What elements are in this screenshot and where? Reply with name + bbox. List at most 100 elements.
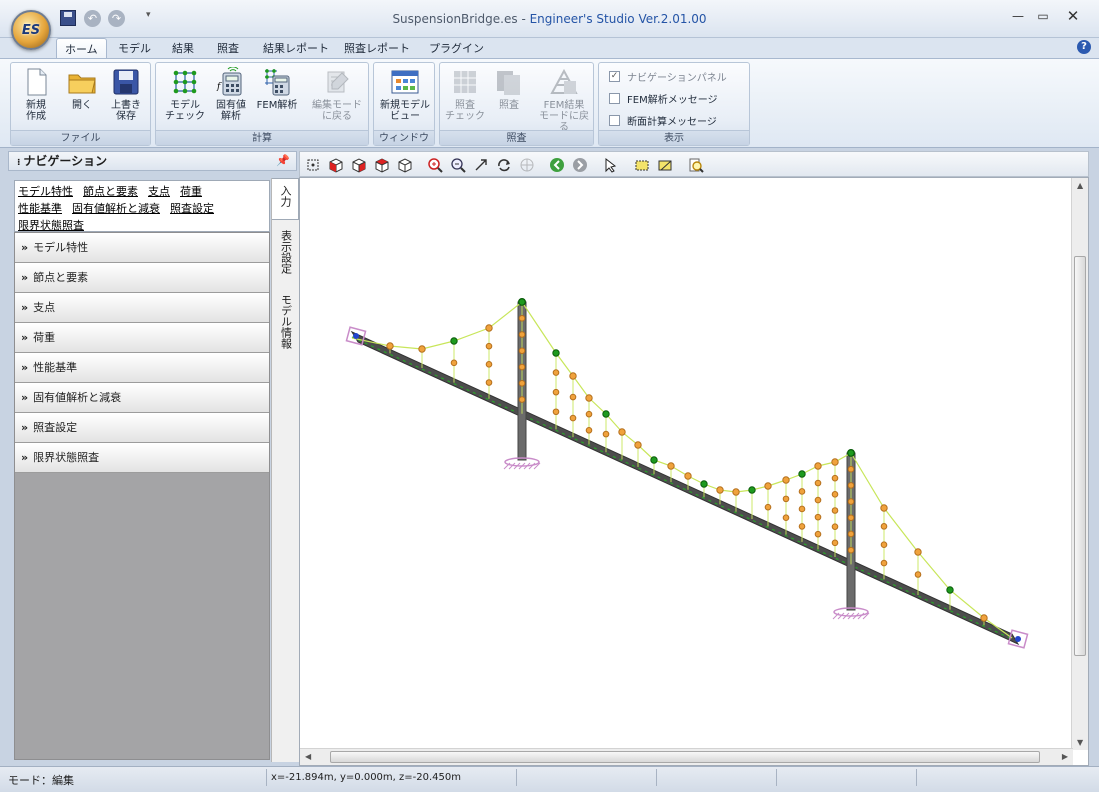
check-button[interactable]: 照査 (488, 67, 530, 111)
status-bar: モード：編集 x=-21.894m, y=0.000m, z=-20.450m (0, 766, 1099, 792)
double-chevron-icon: » (21, 421, 29, 434)
nav-item-check-settings[interactable]: » 照査設定 (15, 413, 269, 443)
view-front-icon[interactable] (351, 157, 367, 173)
eigen-analysis-button[interactable]: f 固有値 解析 (210, 66, 252, 122)
back-to-edit-mode-button[interactable]: 編集モード に戻る (308, 67, 366, 122)
view-toolbar (299, 151, 1089, 177)
check-check-button[interactable]: 照査 チェック (444, 67, 486, 122)
box-select-icon[interactable] (634, 157, 650, 173)
application-menu-button[interactable]: ES (11, 10, 51, 50)
nav-item-eigen-damping[interactable]: » 固有値解析と減衰 (15, 383, 269, 413)
forward-arrow-icon[interactable] (572, 157, 588, 173)
fem-message-toggle[interactable]: FEM解析メッセージ (609, 90, 718, 106)
link-performance-criteria[interactable]: 性能基準 (18, 202, 62, 215)
nav-item-supports[interactable]: » 支点 (15, 293, 269, 323)
vertical-scroll-thumb[interactable] (1074, 256, 1086, 656)
cable-node (700, 480, 708, 488)
view-side-icon[interactable] (374, 157, 390, 173)
tab-home[interactable]: ホーム (56, 38, 107, 59)
link-model-properties[interactable]: モデル特性 (18, 185, 73, 198)
horizontal-scrollbar[interactable]: ◀ ▶ (300, 748, 1073, 765)
close-button[interactable]: ✕ (1060, 8, 1086, 24)
navigation-panel-toggle[interactable]: ✓ ナビゲーションパネル (609, 68, 727, 84)
vertical-scrollbar[interactable]: ▲ ▼ (1071, 178, 1088, 750)
section-calc-message-toggle[interactable]: 断面計算メッセージ (609, 112, 717, 128)
zoom-window-icon[interactable] (427, 157, 443, 173)
suspension-bridge-model[interactable] (300, 178, 1073, 750)
scroll-up-icon[interactable]: ▲ (1077, 181, 1083, 190)
cable-node (831, 458, 839, 466)
nav-item-model-properties[interactable]: » モデル特性 (15, 233, 269, 263)
tab-model[interactable]: モデル (110, 38, 159, 59)
nav-item-loads[interactable]: » 荷重 (15, 323, 269, 353)
tab-plugin[interactable]: プラグイン (421, 38, 492, 59)
link-check-settings[interactable]: 照査設定 (170, 202, 214, 215)
hanger-node (518, 314, 526, 322)
crossing-select-icon[interactable] (657, 157, 673, 173)
hanger-node (847, 498, 855, 505)
view-iso-icon[interactable] (328, 157, 344, 173)
scroll-right-icon[interactable]: ▶ (1062, 752, 1068, 761)
tab-check[interactable]: 照査 (209, 38, 247, 59)
hanger-node (814, 530, 822, 538)
cable-node (782, 476, 790, 484)
link-loads[interactable]: 荷重 (180, 185, 202, 198)
nav-item-limit-state-check[interactable]: » 限界状態照査 (15, 443, 269, 473)
cable-node (667, 462, 675, 470)
nav-item-nodes-elements[interactable]: » 節点と要素 (15, 263, 269, 293)
check-docs-icon (494, 67, 524, 97)
hanger-node (798, 523, 806, 530)
link-limit-state-check[interactable]: 限界状態照査 (18, 219, 84, 232)
view-wireframe-icon[interactable] (397, 157, 413, 173)
horizontal-scroll-thumb[interactable] (330, 751, 1040, 763)
fit-view-icon[interactable] (305, 157, 321, 173)
pin-icon[interactable]: 📌 (276, 152, 290, 170)
check-group: 照査 チェック 照査 FEM結果 モードに戻る 照査 (439, 62, 594, 146)
link-eigen-damping[interactable]: 固有値解析と減衰 (72, 202, 160, 215)
nav-item-performance-criteria[interactable]: » 性能基準 (15, 353, 269, 383)
new-model-view-button[interactable]: 新規モデル ビュー (379, 67, 431, 122)
navigation-panel-header: ⁝ ナビゲーション 📌 (8, 151, 297, 171)
hanger-node (814, 479, 822, 487)
scroll-left-icon[interactable]: ◀ (305, 752, 311, 761)
open-button[interactable]: 開く (61, 67, 103, 111)
find-icon[interactable] (688, 157, 704, 173)
back-to-fem-result-button[interactable]: FEM結果 モードに戻る (536, 67, 592, 133)
tab-check-report[interactable]: 照査レポート (336, 38, 418, 59)
side-tab-model-info[interactable]: モデル情報 (272, 288, 299, 363)
hanger-node (831, 507, 839, 514)
maximize-button[interactable]: ▭ (1030, 8, 1056, 24)
fem-analysis-button[interactable]: FEM解析 (256, 67, 298, 111)
side-tab-display-settings[interactable]: 表示設定 (272, 224, 299, 284)
back-arrow-icon[interactable] (549, 157, 565, 173)
hanger-node (569, 414, 577, 422)
zoom-out-icon[interactable] (450, 157, 466, 173)
cable-node (732, 488, 740, 496)
double-chevron-icon: » (21, 301, 29, 314)
hanger-node (814, 513, 822, 521)
hanger-node (831, 491, 839, 498)
save-button[interactable]: 上書き 保存 (105, 67, 147, 122)
fem-calculator-icon (262, 67, 292, 97)
hanger-node (569, 393, 577, 401)
rotate-icon[interactable] (496, 157, 512, 173)
cable-node (450, 337, 458, 345)
select-cursor-icon[interactable] (602, 157, 618, 173)
model-check-button[interactable]: モデル チェック (164, 67, 206, 122)
link-nodes-elements[interactable]: 節点と要素 (83, 185, 138, 198)
pan-icon[interactable] (473, 157, 489, 173)
orbit-icon (520, 158, 534, 172)
minimize-button[interactable]: — (1005, 8, 1031, 24)
scroll-down-icon[interactable]: ▼ (1077, 738, 1083, 747)
new-button[interactable]: 新規 作成 (15, 67, 57, 122)
hanger-node (485, 379, 493, 386)
help-icon[interactable]: ? (1077, 40, 1091, 54)
hanger-node (831, 539, 839, 547)
calc-group: モデル チェック f 固有値 解析 FEM解析 編集モード に戻る 計算 (155, 62, 369, 146)
tab-results[interactable]: 結果 (164, 38, 202, 59)
link-supports[interactable]: 支点 (148, 185, 170, 198)
tab-results-report[interactable]: 結果レポート (255, 38, 337, 59)
save-disk-icon (111, 67, 141, 97)
side-tab-input[interactable]: 入力 (272, 178, 299, 220)
model-viewport[interactable]: ▲ ▼ ◀ ▶ (299, 177, 1089, 766)
